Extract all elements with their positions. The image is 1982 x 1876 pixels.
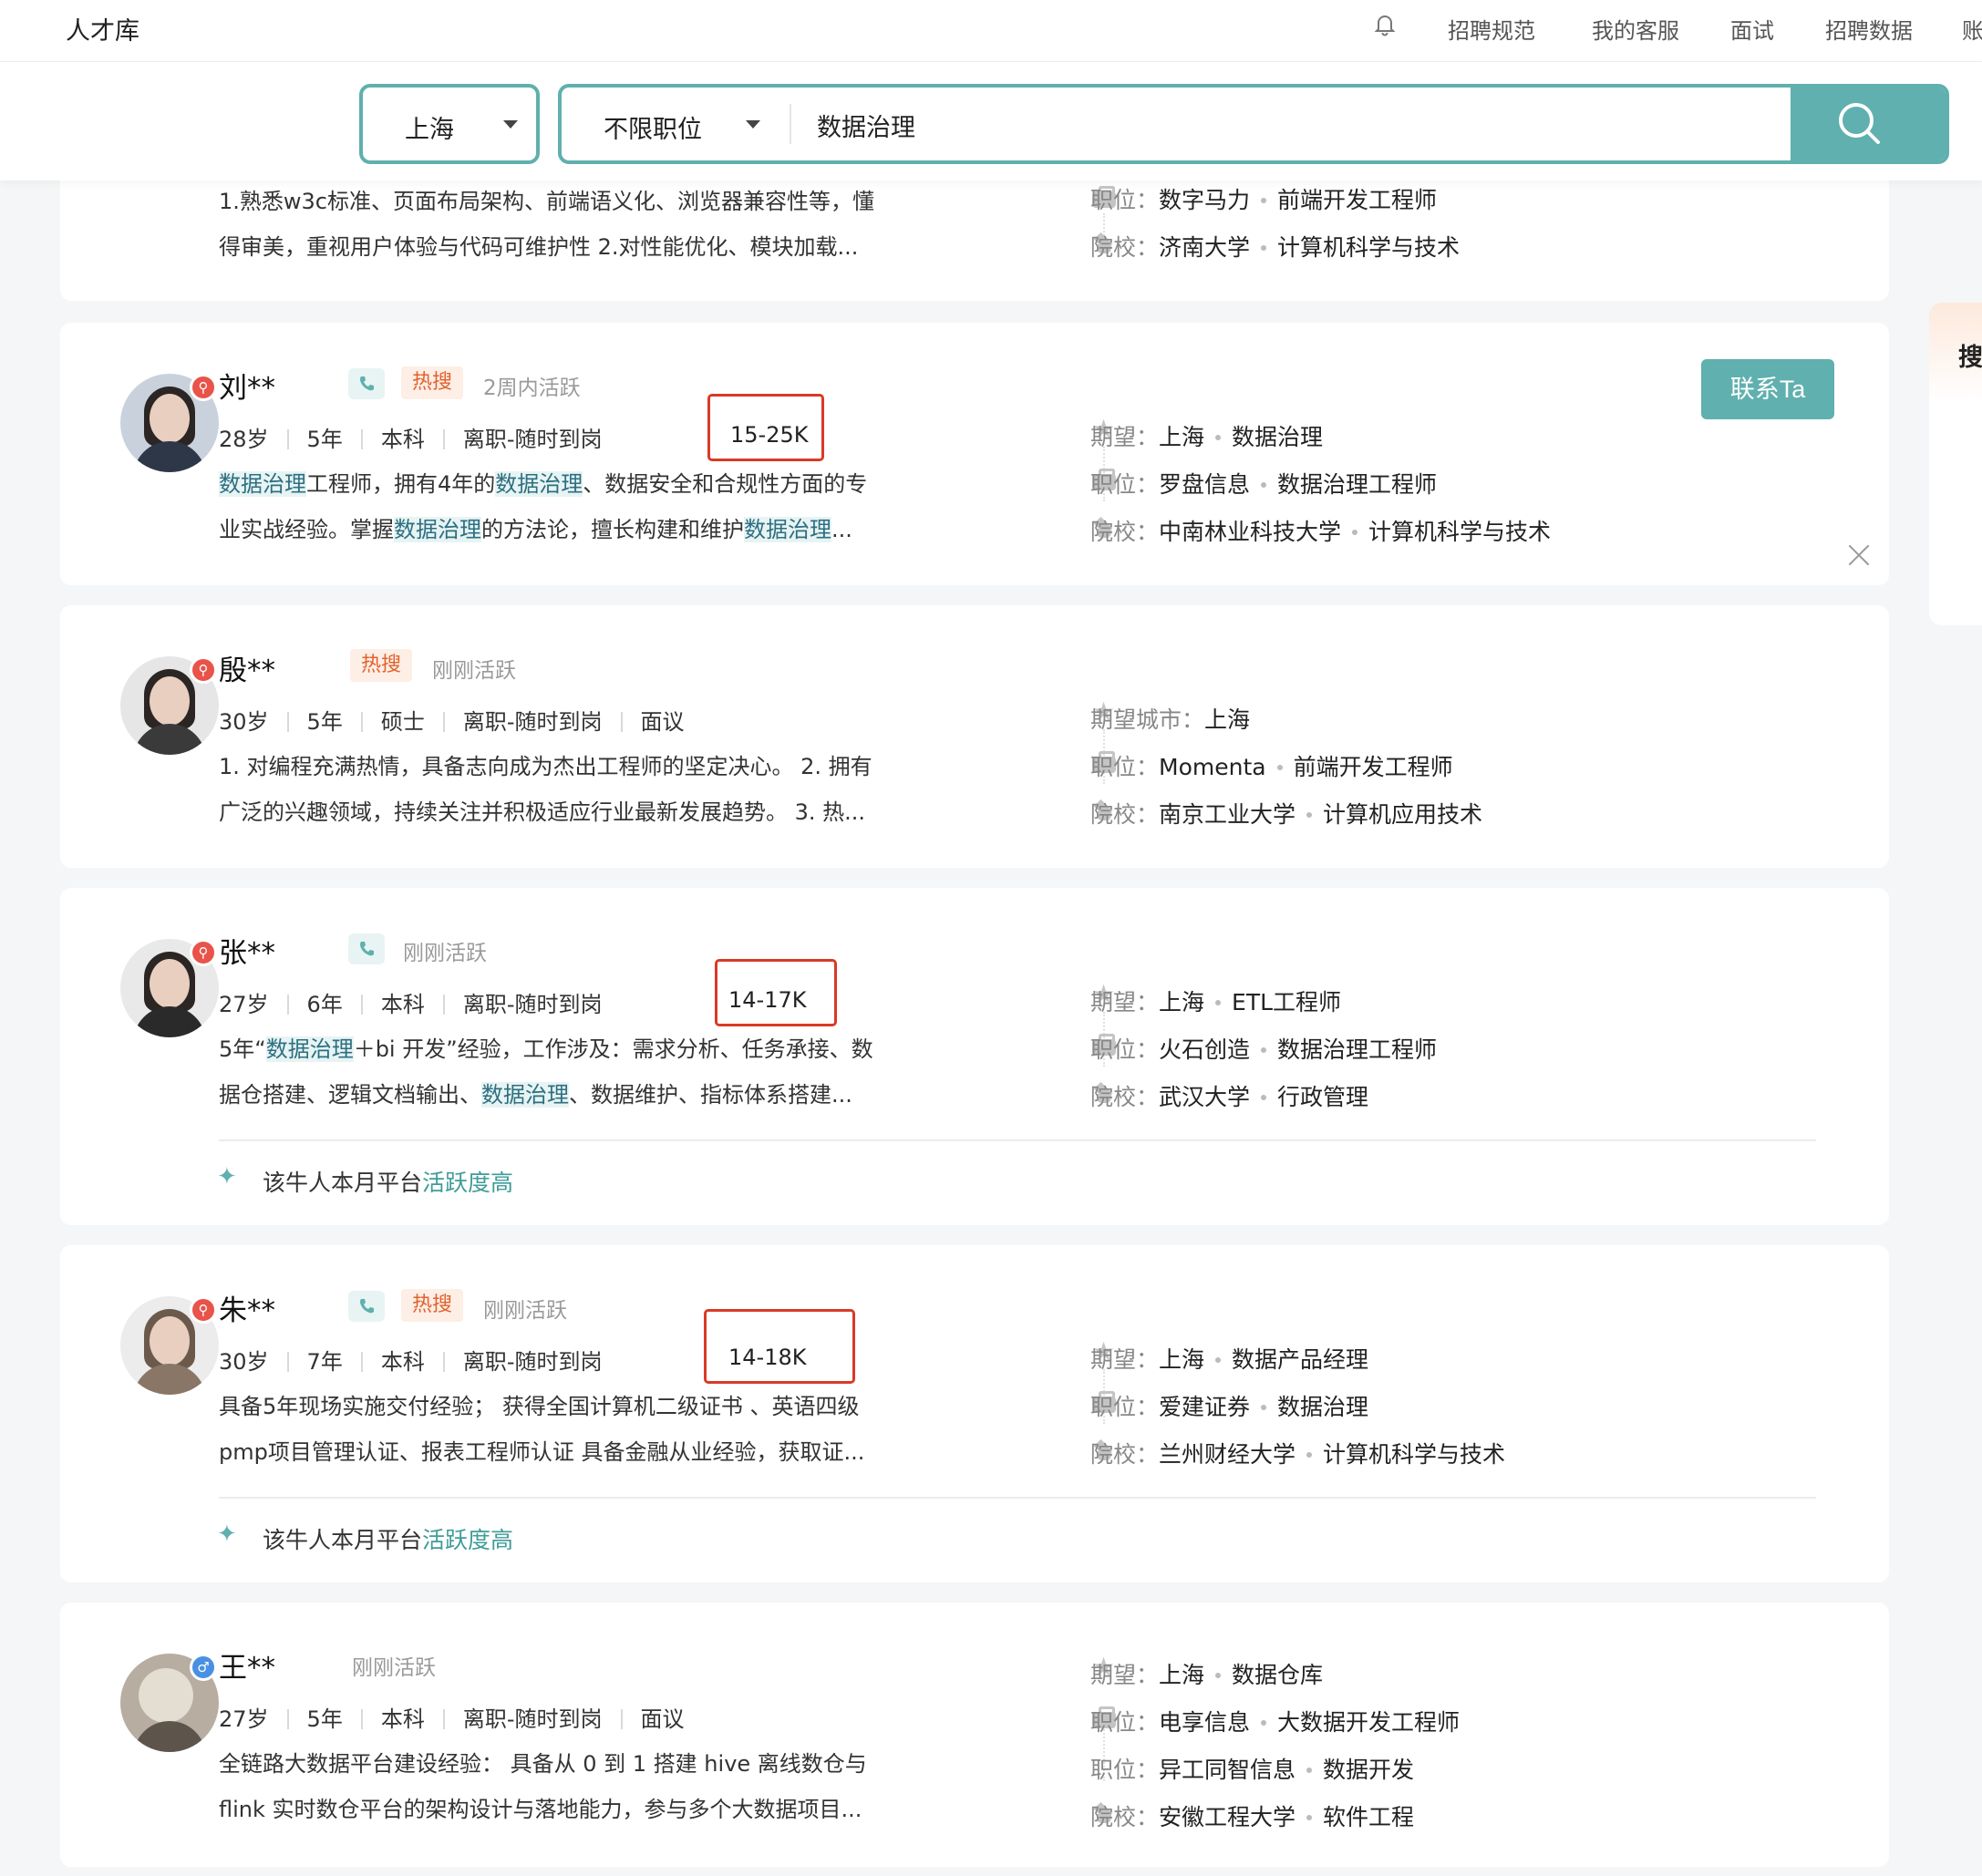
male-icon: ♂ xyxy=(190,1654,217,1681)
divider xyxy=(219,1497,1816,1499)
sparkle-icon: ✦ xyxy=(217,1163,237,1191)
candidate-name[interactable]: 王** xyxy=(219,1644,275,1685)
divider xyxy=(219,1139,1816,1141)
candidate-meta: 28岁 5年 本科 离职-随时到岗 xyxy=(219,427,603,452)
active-status: 刚刚活跃 xyxy=(403,942,487,965)
candidate-meta: 30岁 7年 本科 离职-随时到岗 xyxy=(219,1349,603,1375)
info-row-position: 职位：数字马力 前端开发工程师 xyxy=(1090,187,1438,213)
candidate-name[interactable]: 张** xyxy=(219,930,275,971)
phone-icon[interactable] xyxy=(348,368,385,399)
phone-icon[interactable] xyxy=(348,933,385,964)
activity-note: 该牛人本月平台活跃度高 xyxy=(263,1527,514,1553)
salary: 14-17K xyxy=(728,987,807,1013)
nav-link-support[interactable]: 我的客服 xyxy=(1592,13,1679,45)
female-icon: ⚲ xyxy=(190,939,217,966)
info-row-position: 职位：火石创造 数据治理工程师 xyxy=(1090,1036,1438,1063)
info-row-expectation: 期望：上海 ETL工程师 xyxy=(1090,989,1342,1015)
candidate-summary: 全链路大数据平台建设经验： 具备从 0 到 1 搭建 hive 离线数仓与 fl… xyxy=(219,1751,867,1822)
salary-highlight: 14-18K xyxy=(704,1309,855,1384)
info-row-school: 院校：兰州财经大学 计算机科学与技术 xyxy=(1090,1441,1506,1468)
info-row-school: 院校：安徽工程大学 软件工程 xyxy=(1090,1804,1415,1830)
candidate-summary: 数据治理工程师，拥有4年的数据治理、数据安全和合规性方面的专 业实战经验。掌握数… xyxy=(219,471,868,542)
salary-highlight: 15-25K xyxy=(707,394,824,461)
info-row-expectation: 期望：上海 数据产品经理 xyxy=(1090,1346,1369,1373)
sparkle-icon: ✦ xyxy=(217,1520,237,1548)
search-icon xyxy=(1839,103,1880,144)
info-row-school: 院校：武汉大学 行政管理 xyxy=(1090,1084,1369,1110)
active-status: 刚刚活跃 xyxy=(483,1299,567,1323)
brand-title: 人才库 xyxy=(66,17,139,46)
side-panel-label: 搜 xyxy=(1958,344,1982,372)
info-row-position: 职位：电享信息 大数据开发工程师 xyxy=(1090,1709,1461,1736)
top-nav: 人才库 招聘规范 我的客服 面试 招聘数据 账 xyxy=(0,0,1982,62)
female-icon: ⚲ xyxy=(190,1296,217,1324)
active-status: 刚刚活跃 xyxy=(352,1656,436,1680)
info-row-school: 院校：南京工业大学 计算机应用技术 xyxy=(1090,801,1483,828)
search-button[interactable] xyxy=(1791,88,1946,160)
search-bar: 上海 不限职位 xyxy=(0,62,1982,180)
job-filter-select[interactable]: 不限职位 xyxy=(604,109,702,145)
phone-icon[interactable] xyxy=(348,1291,385,1322)
info-row-school: 院校：济南大学 计算机科学与技术 xyxy=(1090,234,1461,261)
candidate-meta: 27岁 5年 本科 离职-随时到岗 面议 xyxy=(219,1706,685,1732)
nav-link-interview[interactable]: 面试 xyxy=(1730,13,1774,45)
salary: 15-25K xyxy=(730,422,809,448)
info-row-school: 院校：中南林业科技大学 计算机科学与技术 xyxy=(1090,519,1552,545)
side-panel[interactable]: 搜 xyxy=(1929,303,1982,625)
city-select-value: 上海 xyxy=(405,116,454,144)
hot-badge: 热搜 xyxy=(350,649,413,682)
info-row-expectation: 期望：上海 数据仓库 xyxy=(1090,1662,1324,1688)
info-row-expectation: 期望：上海 数据治理 xyxy=(1090,424,1324,450)
nav-link-data[interactable]: 招聘数据 xyxy=(1825,13,1913,45)
candidate-meta: 30岁 5年 硕士 离职-随时到岗 面议 xyxy=(219,709,685,735)
job-filter-value: 不限职位 xyxy=(604,116,702,144)
search-input[interactable] xyxy=(817,102,1637,148)
candidate-summary: 1.熟悉w3c标准、页面布局架构、前端语义化、浏览器兼容性等，懂 得审美，重视用… xyxy=(219,189,874,260)
nav-link-account[interactable]: 账 xyxy=(1962,13,1982,45)
close-icon[interactable] xyxy=(1845,541,1873,569)
activity-note: 该牛人本月平台活跃度高 xyxy=(263,1170,514,1196)
candidate-summary: 5年“数据治理＋bi 开发”经验，工作涉及：需求分析、任务承接、数 据仓搭建、逻… xyxy=(219,1036,873,1108)
active-status: 刚刚活跃 xyxy=(432,659,516,683)
divider xyxy=(790,104,791,144)
info-row-position: 职位：爱建证券 数据治理 xyxy=(1090,1394,1369,1420)
candidate-name[interactable]: 朱** xyxy=(219,1287,275,1328)
candidate-name[interactable]: 殷** xyxy=(219,647,275,688)
chevron-down-icon xyxy=(503,120,518,129)
candidate-summary: 1. 对编程充满热情，具备志向成为杰出工程师的坚定决心。 2. 拥有 广泛的兴趣… xyxy=(219,754,872,825)
info-row-position: 职位：罗盘信息 数据治理工程师 xyxy=(1090,471,1438,498)
info-row-position: 职位：异工同智信息 数据开发 xyxy=(1090,1757,1415,1783)
female-icon: ⚲ xyxy=(190,374,217,401)
contact-button[interactable]: 联系Ta xyxy=(1701,359,1834,419)
hot-badge: 热搜 xyxy=(401,366,464,399)
female-icon: ⚲ xyxy=(190,656,217,684)
search-box: 不限职位 xyxy=(558,84,1949,164)
info-row-expectation: 期望城市：上海 xyxy=(1090,706,1251,733)
city-select[interactable]: 上海 xyxy=(359,84,540,164)
hot-badge: 热搜 xyxy=(401,1289,464,1322)
candidate-meta: 27岁 6年 本科 离职-随时到岗 xyxy=(219,992,603,1017)
salary: 面议 xyxy=(640,709,685,735)
candidate-summary: 具备5年现场实施交付经验； 获得全国计算机二级证书 、英语四级 pmp项目管理认… xyxy=(219,1394,865,1465)
nav-link-rules[interactable]: 招聘规范 xyxy=(1448,13,1535,45)
salary: 面议 xyxy=(640,1706,685,1732)
bell-icon[interactable] xyxy=(1371,11,1399,38)
salary: 14-18K xyxy=(728,1345,807,1370)
chevron-down-icon xyxy=(746,120,760,129)
salary-highlight: 14-17K xyxy=(715,959,837,1026)
candidate-name[interactable]: 刘** xyxy=(219,365,275,406)
info-row-position: 职位：Momenta 前端开发工程师 xyxy=(1090,754,1453,780)
active-status: 2周内活跃 xyxy=(483,376,581,400)
